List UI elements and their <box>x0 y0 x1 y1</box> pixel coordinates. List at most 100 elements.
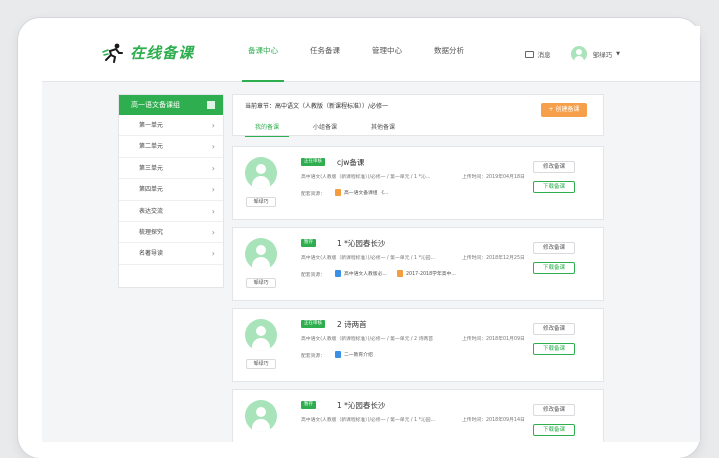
tab-group-lessons[interactable]: 小组备课 <box>303 121 347 137</box>
nav-task-prep[interactable]: 任务备课 <box>294 26 356 82</box>
sidebar-item-unit2[interactable]: 第二单元 › <box>119 136 223 158</box>
edit-lesson-button[interactable]: 修改备课 <box>533 242 575 254</box>
download-lesson-button[interactable]: 下载备课 <box>533 181 575 193</box>
upload-time: 上传时间：2018年01月09日 <box>462 337 525 342</box>
lesson-card: 邹绿巧 正在审核 2 诗两首 高中语文(人教版（新课程标准）)/必修一 / 第一… <box>232 308 604 382</box>
author-avatar <box>245 400 277 432</box>
edit-lesson-button[interactable]: 修改备课 <box>533 161 575 173</box>
tab-my-lessons[interactable]: 我的备课 <box>245 121 290 137</box>
resource-name: 高中语文人教版必... <box>344 272 387 277</box>
lesson-title[interactable]: 2 诗两首 <box>337 319 367 330</box>
menu-icon[interactable] <box>207 101 215 109</box>
chevron-right-icon: › <box>211 206 215 216</box>
status-badge: 正在审核 <box>301 158 325 166</box>
avatar <box>570 46 587 62</box>
sidebar-item-classics[interactable]: 名著导读 › <box>119 243 223 265</box>
lesson-title[interactable]: cjw备课 <box>337 157 364 168</box>
chevron-right-icon: › <box>211 227 215 237</box>
author-name[interactable]: 邹绿巧 <box>246 278 276 288</box>
status-badge: 正在审核 <box>301 320 325 328</box>
edit-lesson-button[interactable]: 修改备课 <box>533 323 575 335</box>
resource-item[interactable]: 高中语文人教版必... <box>335 270 387 277</box>
resource-item[interactable]: 高一语文备课组 《... <box>335 189 388 196</box>
doc-file-icon <box>335 351 341 358</box>
upload-time: 上传时间：2018年09月14日 <box>462 418 525 423</box>
lesson-title[interactable]: 1 *沁园春长沙 <box>337 400 385 411</box>
ppt-file-icon <box>397 270 403 277</box>
author-avatar <box>245 238 277 270</box>
edit-lesson-button[interactable]: 修改备课 <box>533 404 575 416</box>
chevron-right-icon: › <box>211 185 215 195</box>
sidebar-item-label: 第一单元 <box>139 122 164 129</box>
sidebar-item-unit1[interactable]: 第一单元 › <box>119 115 223 137</box>
resource-name: 高一语文备课组 《... <box>344 191 389 196</box>
lesson-path: 高中语文(人教版（新课程标准）)/必修一 / 第一单元 / 1 *沁... <box>301 175 431 180</box>
download-lesson-button[interactable]: 下载备课 <box>533 262 575 274</box>
download-lesson-button[interactable]: 下载备课 <box>533 343 575 355</box>
sidebar-header: 高一语文备课组 <box>119 95 223 115</box>
lesson-tabs: 我的备课 小组备课 其他备课 <box>245 121 419 137</box>
sidebar-item-expression[interactable]: 表达交流 › <box>119 201 223 222</box>
author-avatar <box>245 157 277 189</box>
main-nav: 备课中心 任务备课 管理中心 数据分析 <box>232 26 480 82</box>
chevron-right-icon: › <box>211 142 215 152</box>
top-header: 在线备课 备课中心 任务备课 管理中心 数据分析 消息 邹绿巧 ▼ <box>42 26 700 82</box>
user-name: 邹绿巧 <box>592 51 613 59</box>
lesson-card: 邹绿巧 正在审核 cjw备课 高中语文(人教版（新课程标准）)/必修一 / 第一… <box>232 146 604 220</box>
runner-icon <box>102 43 123 63</box>
resource-item[interactable]: 2017-2018学年高中... <box>397 270 456 277</box>
resources-label: 配套资源： <box>301 273 325 278</box>
logo[interactable]: 在线备课 <box>102 42 194 63</box>
sidebar-item-inquiry[interactable]: 梳理探究 › <box>119 222 223 244</box>
sidebar-item-label: 第三单元 <box>139 164 164 172</box>
chapter-panel: 当前章节：高中语文（人教版（新课程标准））/必修一 + 创建备课 我的备课 小组… <box>232 94 604 137</box>
lesson-card: 邹绿巧 暂存 1 *沁园春长沙 高中语文(人教版（新课程标准）)/必修一 / 第… <box>232 227 604 301</box>
sidebar-item-label: 名著导读 <box>139 250 164 258</box>
sidebar-item-label: 表达交流 <box>139 207 164 215</box>
chevron-right-icon: › <box>211 121 215 130</box>
nav-data-analysis[interactable]: 数据分析 <box>418 26 480 82</box>
author-name[interactable]: 邹绿巧 <box>246 197 276 207</box>
header-right: 消息 邹绿巧 ▼ <box>524 26 620 82</box>
lesson-path: 高中语文(人教版（新课程标准）)/必修一 / 第一单元 / 1 *沁园... <box>301 256 436 261</box>
sidebar-item-unit4[interactable]: 第四单元 › <box>119 179 223 201</box>
messages-link[interactable]: 消息 <box>524 49 551 59</box>
resources-label: 配套资源： <box>301 354 325 359</box>
author-name[interactable]: 邹绿巧 <box>246 359 276 369</box>
app-screen: 在线备课 备课中心 任务备课 管理中心 数据分析 消息 邹绿巧 ▼ 高一语文备课… <box>42 26 700 442</box>
resource-name: 2017-2018学年高中... <box>406 272 456 277</box>
tab-other-lessons[interactable]: 其他备课 <box>361 121 405 137</box>
sidebar: 高一语文备课组 第一单元 › 第二单元 › 第三单元 › 第四单元 › 表达交流 › 梳理… <box>118 94 224 288</box>
sidebar-item-label: 第二单元 <box>139 143 164 151</box>
mail-icon <box>524 50 534 58</box>
lesson-title[interactable]: 1 *沁园春长沙 <box>337 238 385 249</box>
status-badge: 暂存 <box>301 401 316 409</box>
user-menu[interactable]: 邹绿巧 ▼ <box>570 46 620 62</box>
sidebar-item-unit3[interactable]: 第三单元 › <box>119 158 223 180</box>
lesson-path: 高中语文(人教版（新课程标准）)/必修一 / 第一单元 / 1 *沁园... <box>301 418 436 423</box>
resource-name: 二一教育介绍 <box>344 353 373 358</box>
author-avatar <box>245 319 277 351</box>
caret-down-icon: ▼ <box>616 51 620 57</box>
doc-file-icon <box>335 270 341 277</box>
upload-time: 上传时间：2018年12月25日 <box>462 256 525 261</box>
chevron-right-icon: › <box>211 163 215 173</box>
resource-item[interactable]: 二一教育介绍 <box>335 351 373 358</box>
resources-label: 配套资源： <box>301 192 325 197</box>
download-lesson-button[interactable]: 下载备课 <box>533 424 575 436</box>
logo-text: 在线备课 <box>130 44 195 62</box>
chevron-right-icon: › <box>211 249 215 259</box>
messages-label: 消息 <box>537 51 551 59</box>
sidebar-title: 高一语文备课组 <box>131 101 180 109</box>
sidebar-item-label: 梳理探究 <box>139 228 164 236</box>
nav-lesson-center[interactable]: 备课中心 <box>232 26 294 82</box>
lesson-path: 高中语文(人教版（新课程标准）)/必修一 / 第一单元 / 2 诗两首 <box>301 337 433 342</box>
sidebar-item-label: 第四单元 <box>139 186 164 194</box>
breadcrumb: 当前章节：高中语文（人教版（新课程标准））/必修一 <box>245 103 389 110</box>
create-lesson-button[interactable]: + 创建备课 <box>541 103 587 117</box>
status-badge: 暂存 <box>301 239 316 247</box>
nav-management[interactable]: 管理中心 <box>356 26 418 82</box>
upload-time: 上传时间：2019年04月18日 <box>462 175 525 180</box>
ppt-file-icon <box>335 189 341 196</box>
lesson-card: 暂存 1 *沁园春长沙 高中语文(人教版（新课程标准）)/必修一 / 第一单元 … <box>232 389 604 442</box>
